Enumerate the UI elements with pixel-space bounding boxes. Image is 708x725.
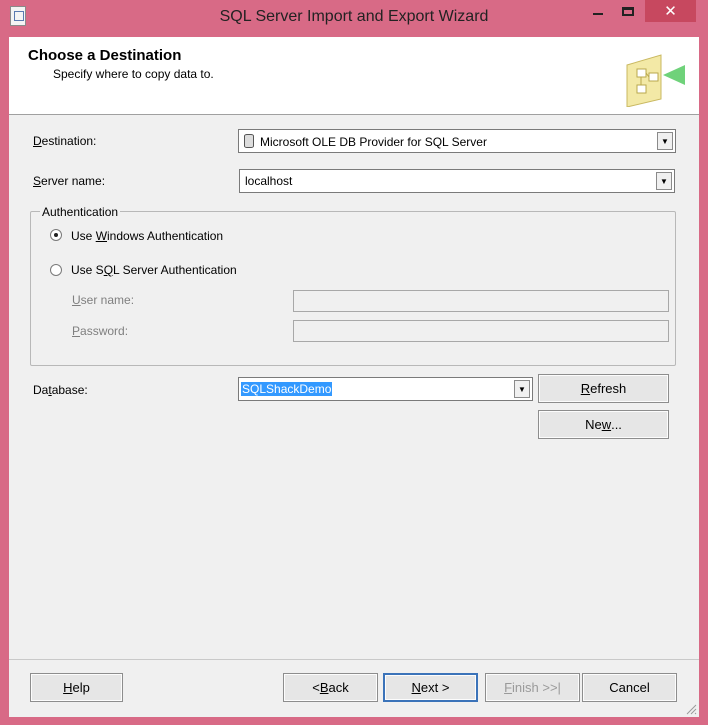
help-button[interactable]: Help: [30, 673, 123, 702]
refresh-button[interactable]: Refresh: [538, 374, 669, 403]
destination-value-row: Microsoft OLE DB Provider for SQL Server: [244, 134, 487, 149]
minimize-icon: [593, 13, 603, 15]
windows-auth-label-rest: indows Authentication: [107, 229, 224, 243]
next-label-rest: ext >: [420, 680, 450, 695]
authentication-group-label: Authentication: [40, 205, 121, 219]
windows-auth-label-part: Use: [71, 229, 96, 243]
refresh-label-accesskey: R: [580, 381, 591, 396]
page-subtitle: Specify where to copy data to.: [53, 67, 214, 81]
sql-auth-label-rest: L Server Authentication: [113, 263, 237, 277]
password-label-rest: assword:: [80, 324, 129, 338]
wizard-header: Choose a Destination Specify where to co…: [9, 37, 699, 115]
database-value-wrap: SQLShackDemo: [241, 382, 333, 396]
footer-divider: [9, 659, 699, 660]
finish-label-rest: inish >>|: [512, 680, 561, 695]
maximize-button[interactable]: [614, 0, 642, 22]
finish-label-accesskey: F: [504, 680, 513, 695]
sql-auth-radio[interactable]: [50, 264, 62, 276]
wizard-client-area: Choose a Destination Specify where to co…: [9, 37, 699, 717]
server-name-label: Server name:: [33, 174, 105, 188]
back-button[interactable]: < Back: [283, 673, 378, 702]
close-icon: ✕: [664, 3, 677, 20]
help-label-accesskey: H: [63, 680, 73, 695]
resize-grip-icon[interactable]: [685, 703, 697, 715]
database-value[interactable]: SQLShackDemo: [241, 382, 333, 396]
destination-label-rest: estination:: [41, 134, 97, 148]
refresh-label-rest: efresh: [590, 381, 627, 396]
chevron-down-icon[interactable]: ▼: [656, 172, 672, 190]
destination-label-accesskey: D: [33, 134, 42, 148]
windows-auth-radio[interactable]: [50, 229, 62, 241]
windows-auth-label-accesskey: W: [95, 229, 108, 243]
back-label-accesskey: B: [319, 680, 329, 695]
cancel-button[interactable]: Cancel: [582, 673, 677, 702]
user-name-input[interactable]: [293, 290, 669, 312]
windows-auth-label[interactable]: Use Windows Authentication: [71, 229, 223, 243]
chevron-down-icon[interactable]: ▼: [657, 132, 673, 150]
chevron-down-icon[interactable]: ▼: [514, 380, 530, 398]
user-name-label-accesskey: U: [72, 293, 81, 307]
server-name-value[interactable]: localhost: [245, 174, 292, 188]
wizard-logo-icon: [626, 54, 685, 107]
help-label-rest: elp: [72, 680, 90, 695]
sql-auth-label[interactable]: Use SQL Server Authentication: [71, 263, 237, 277]
close-button[interactable]: ✕: [645, 0, 696, 22]
password-label-accesskey: P: [72, 324, 81, 338]
new-label-part: Ne: [585, 417, 602, 432]
user-name-label: User name:: [72, 293, 134, 307]
database-combo[interactable]: SQLShackDemo ▼: [238, 377, 533, 401]
database-label-rest: abase:: [51, 383, 88, 397]
server-name-label-rest: erver name:: [41, 174, 106, 188]
next-button[interactable]: Next >: [383, 673, 478, 702]
server-name-combo[interactable]: localhost ▼: [239, 169, 675, 193]
maximize-icon: [622, 6, 634, 16]
new-label-rest: ...: [611, 417, 622, 432]
server-name-label-accesskey: S: [33, 174, 42, 188]
new-label-accesskey: w: [601, 417, 612, 432]
new-database-button[interactable]: Ne w...: [538, 410, 669, 439]
sql-auth-label-accesskey: Q: [103, 263, 114, 277]
destination-label: Destination:: [33, 134, 96, 148]
database-label-part: Da: [33, 383, 49, 397]
database-icon: [244, 134, 254, 148]
minimize-button[interactable]: [584, 0, 612, 22]
sql-auth-label-part: Use S: [71, 263, 104, 277]
destination-value: Microsoft OLE DB Provider for SQL Server: [260, 135, 487, 149]
title-bar[interactable]: SQL Server Import and Export Wizard ✕: [0, 0, 708, 36]
database-label: Database:: [33, 383, 88, 397]
page-title: Choose a Destination: [28, 47, 182, 64]
destination-dropdown[interactable]: Microsoft OLE DB Provider for SQL Server…: [238, 129, 676, 153]
back-label-rest: ack: [328, 680, 349, 695]
next-label-accesskey: N: [411, 680, 421, 695]
finish-button[interactable]: Finish >>|: [485, 673, 580, 702]
password-label: Password:: [72, 324, 128, 338]
user-name-label-rest: ser name:: [80, 293, 135, 307]
password-input[interactable]: [293, 320, 669, 342]
wizard-window: SQL Server Import and Export Wizard ✕ Ch…: [0, 0, 708, 725]
back-label-part: <: [312, 680, 320, 695]
